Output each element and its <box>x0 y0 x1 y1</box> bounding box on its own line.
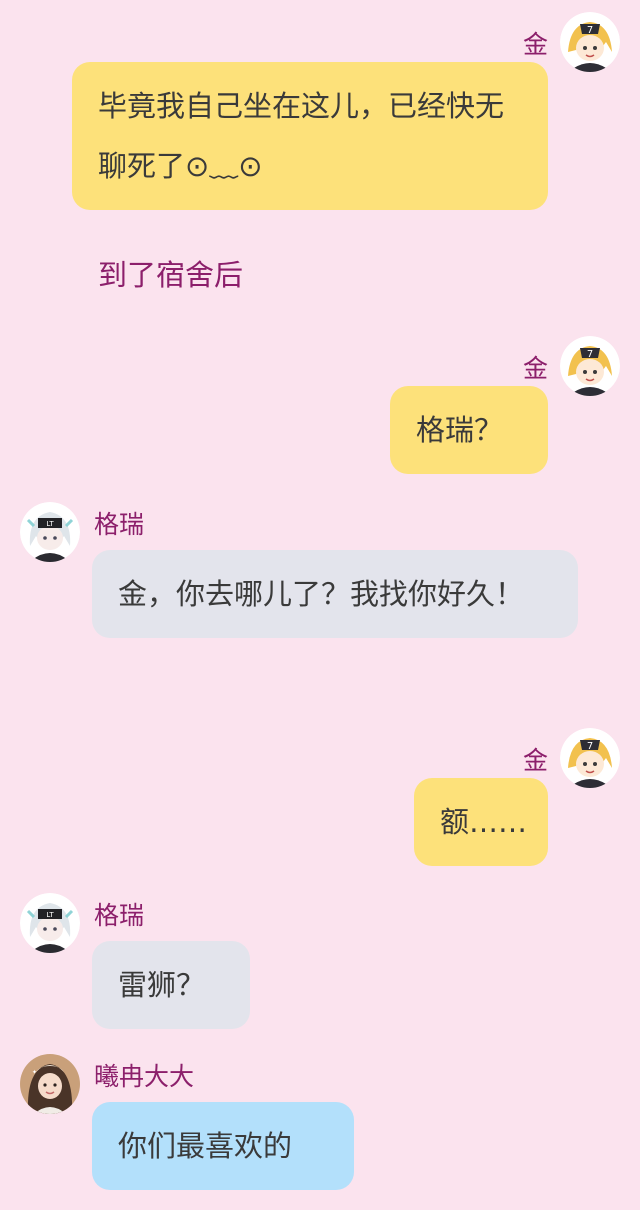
chat-bubble: 毕竟我自己坐在这儿，已经快无聊死了⊙﹏⊙ <box>72 62 548 210</box>
jin-avatar-icon[interactable]: 7 <box>560 336 620 396</box>
message-grey-1: LT 格瑞 金，你去哪儿了？我找你好久！ <box>0 502 640 702</box>
message-xiran-1: ✦ 曦冉大大 你们最喜欢的 <box>0 1054 640 1194</box>
sender-name: 格瑞 <box>94 901 145 930</box>
jin-avatar-icon[interactable]: 7 <box>560 12 620 72</box>
sender-name: 金 <box>522 30 548 59</box>
chat-bubble: 格瑞？ <box>390 386 548 474</box>
chat-bubble: 雷狮？ <box>92 941 250 1029</box>
chat-bubble: 金，你去哪儿了？我找你好久！ <box>92 550 578 638</box>
svg-text:LT: LT <box>46 520 54 528</box>
svg-text:LT: LT <box>46 911 54 919</box>
svg-text:✦: ✦ <box>32 1069 37 1076</box>
narration-text: 到了宿舍后 <box>98 258 244 292</box>
sender-name: 金 <box>522 354 548 383</box>
jin-avatar-icon[interactable]: 7 <box>560 728 620 788</box>
sender-name: 曦冉大大 <box>94 1062 195 1091</box>
message-jin-3: 7 金 额…… <box>0 728 640 868</box>
grey-avatar-icon[interactable]: LT <box>20 502 80 562</box>
girl-avatar-icon[interactable]: ✦ <box>20 1054 80 1114</box>
message-jin-1: 7 金 毕竟我自己坐在这儿，已经快无聊死了⊙﹏⊙ <box>0 12 640 212</box>
svg-text:7: 7 <box>587 349 593 360</box>
sender-name: 格瑞 <box>94 510 145 539</box>
chat-bubble: 额…… <box>414 778 548 866</box>
chat-bubble: 你们最喜欢的 <box>92 1102 354 1190</box>
svg-text:7: 7 <box>587 25 593 36</box>
message-grey-2: LT 格瑞 雷狮？ <box>0 893 640 1033</box>
sender-name: 金 <box>522 746 548 775</box>
svg-text:7: 7 <box>587 741 593 752</box>
grey-avatar-icon[interactable]: LT <box>20 893 80 953</box>
message-jin-2: 7 金 格瑞？ <box>0 336 640 476</box>
